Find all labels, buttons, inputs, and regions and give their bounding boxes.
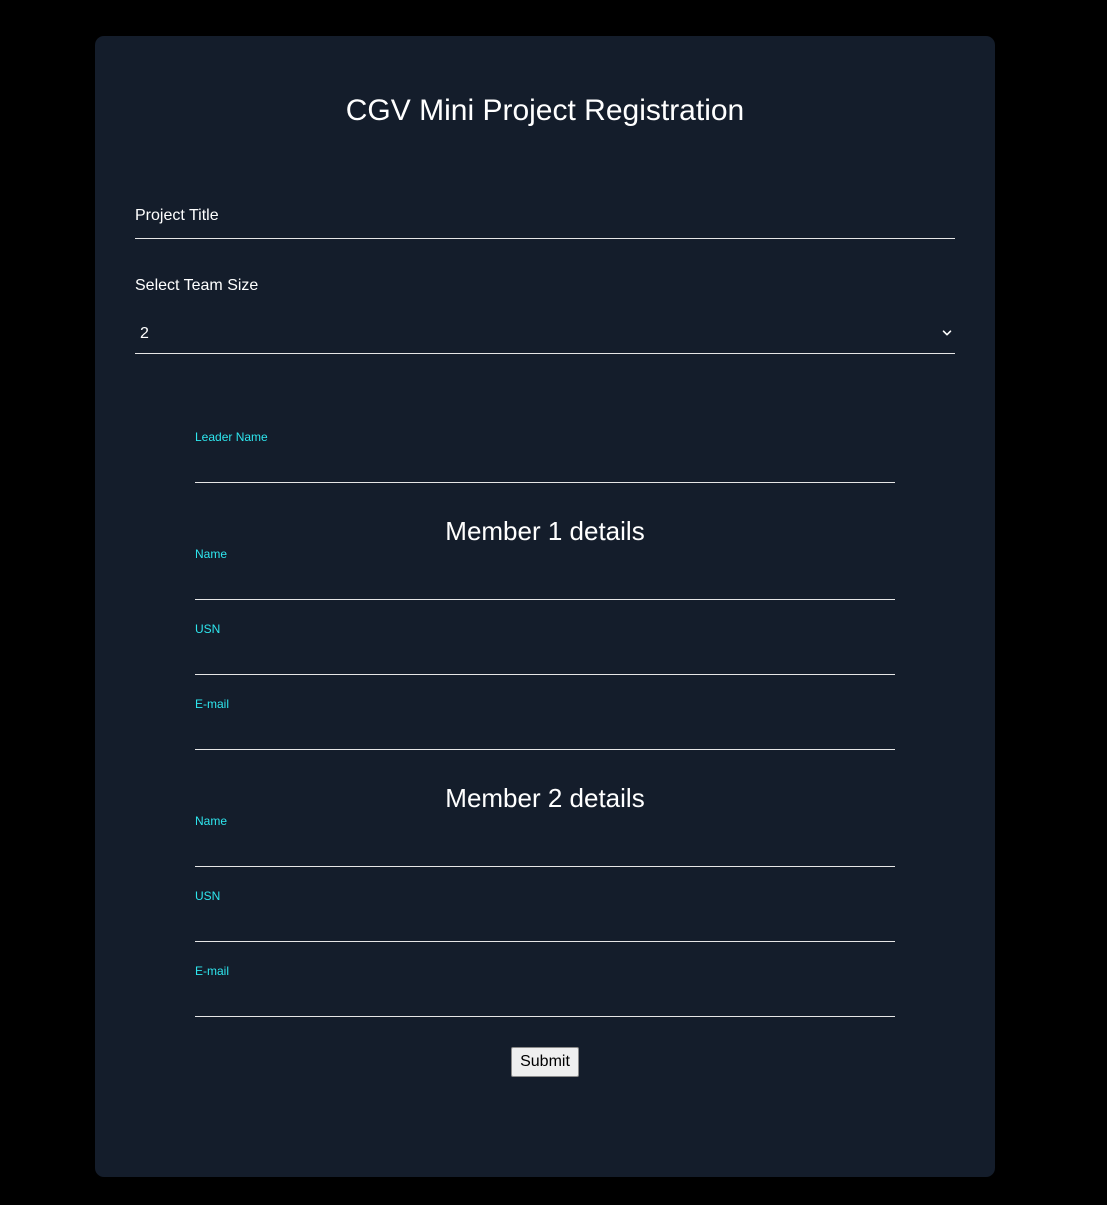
team-size-value: 2 [140,325,149,342]
chevron-down-icon [942,330,952,336]
member-1-heading: Member 1 details [445,516,645,546]
member-2-name-input[interactable] [195,832,895,867]
member-1-usn-input[interactable] [195,640,895,675]
leader-name-input[interactable] [195,448,895,483]
member-2-name-label: Name [195,814,228,828]
member-1-email-label: E-mail [195,697,230,711]
registration-card: CGV Mini Project Registration Project Ti… [95,36,995,1177]
project-title-input[interactable] [135,202,955,239]
member-1-name-input[interactable] [195,565,895,600]
team-size-select[interactable]: 2 [135,312,955,354]
member-1-email-input[interactable] [195,715,895,750]
member-2-usn-label: USN [195,889,221,903]
member-1-usn-label: USN [195,622,221,636]
submit-button[interactable]: Submit [511,1047,579,1077]
member-2-email-input[interactable] [195,982,895,1017]
member-2-usn-input[interactable] [195,907,895,942]
team-size-label: Select Team Size [135,277,259,294]
leader-name-label: Leader Name [195,430,268,444]
page-title: CGV Mini Project Registration [345,94,745,127]
member-1-name-label: Name [195,547,228,561]
member-2-email-label: E-mail [195,964,230,978]
member-2-heading: Member 2 details [445,783,645,813]
